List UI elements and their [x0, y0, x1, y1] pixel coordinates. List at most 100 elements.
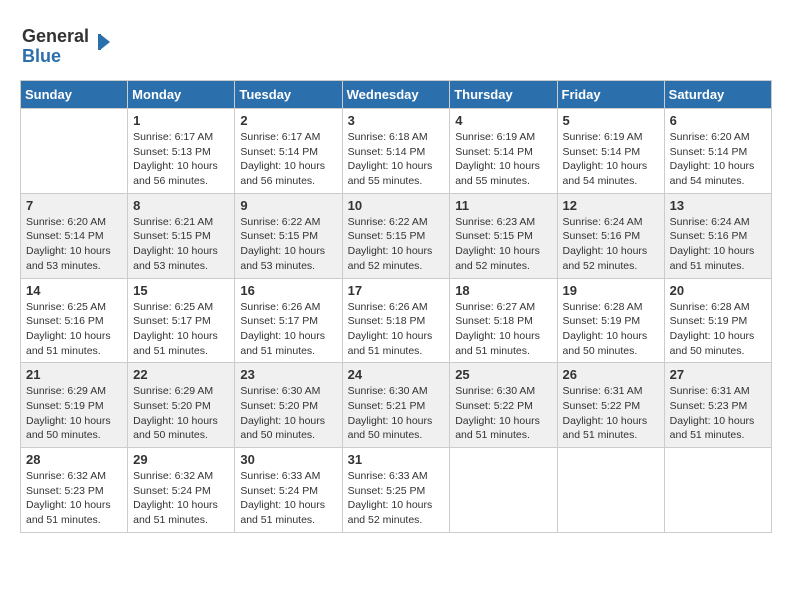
day-number: 27	[670, 367, 766, 382]
calendar-cell: 25 Sunrise: 6:30 AM Sunset: 5:22 PM Dayli…	[450, 363, 557, 448]
calendar: SundayMondayTuesdayWednesdayThursdayFrid…	[20, 80, 772, 533]
day-number: 28	[26, 452, 122, 467]
day-number: 31	[348, 452, 445, 467]
calendar-cell: 12Sunrise: 6:24 AM Sunset: 5:16 PM Dayli…	[557, 193, 664, 278]
logo: General Blue	[20, 20, 110, 70]
day-number: 30	[240, 452, 336, 467]
day-number: 11	[455, 198, 551, 213]
header-monday: Monday	[128, 81, 235, 109]
calendar-cell: 20 Sunrise: 6:28 AM Sunset: 5:19 PM Dayli…	[664, 278, 771, 363]
day-info: Sunrise: 6:28 AM Sunset: 5:19 PM Dayligh…	[563, 300, 659, 359]
calendar-cell: 16 Sunrise: 6:26 AM Sunset: 5:17 PM Dayli…	[235, 278, 342, 363]
day-info: Sunrise: 6:24 AM Sunset: 5:16 PM Dayligh…	[670, 215, 766, 274]
day-info: Sunrise: 6:22 AM Sunset: 5:15 PM Dayligh…	[348, 215, 445, 274]
day-info: Sunrise: 6:30 AM Sunset: 5:21 PM Dayligh…	[348, 384, 445, 443]
day-info: Sunrise: 6:26 AM Sunset: 5:18 PM Dayligh…	[348, 300, 445, 359]
calendar-cell: 23Sunrise: 6:30 AM Sunset: 5:20 PM Dayli…	[235, 363, 342, 448]
day-number: 10	[348, 198, 445, 213]
header-wednesday: Wednesday	[342, 81, 450, 109]
day-info: Sunrise: 6:17 AM Sunset: 5:13 PM Dayligh…	[133, 130, 229, 189]
day-number: 2	[240, 113, 336, 128]
day-number: 6	[670, 113, 766, 128]
svg-text:General: General	[22, 26, 89, 46]
calendar-cell: 19Sunrise: 6:28 AM Sunset: 5:19 PM Dayli…	[557, 278, 664, 363]
day-number: 15	[133, 283, 229, 298]
calendar-cell: 9 Sunrise: 6:22 AM Sunset: 5:15 PM Daylig…	[235, 193, 342, 278]
calendar-cell: 13 Sunrise: 6:24 AM Sunset: 5:16 PM Dayli…	[664, 193, 771, 278]
day-number: 29	[133, 452, 229, 467]
day-info: Sunrise: 6:27 AM Sunset: 5:18 PM Dayligh…	[455, 300, 551, 359]
calendar-cell: 3 Sunrise: 6:18 AM Sunset: 5:14 PM Daylig…	[342, 109, 450, 194]
day-number: 4	[455, 113, 551, 128]
calendar-cell: 22Sunrise: 6:29 AM Sunset: 5:20 PM Dayli…	[128, 363, 235, 448]
calendar-cell	[450, 448, 557, 533]
day-info: Sunrise: 6:30 AM Sunset: 5:20 PM Dayligh…	[240, 384, 336, 443]
calendar-cell: 28 Sunrise: 6:32 AM Sunset: 5:23 PM Dayli…	[21, 448, 128, 533]
calendar-cell: 1 Sunrise: 6:17 AM Sunset: 5:13 PM Daylig…	[128, 109, 235, 194]
week-row-3: 14 Sunrise: 6:25 AM Sunset: 5:16 PM Dayli…	[21, 278, 772, 363]
day-number: 12	[563, 198, 659, 213]
calendar-cell: 15Sunrise: 6:25 AM Sunset: 5:17 PM Dayli…	[128, 278, 235, 363]
day-number: 18	[455, 283, 551, 298]
day-info: Sunrise: 6:20 AM Sunset: 5:14 PM Dayligh…	[670, 130, 766, 189]
day-number: 25	[455, 367, 551, 382]
day-info: Sunrise: 6:17 AM Sunset: 5:14 PM Dayligh…	[240, 130, 336, 189]
calendar-cell: 7 Sunrise: 6:20 AM Sunset: 5:14 PM Daylig…	[21, 193, 128, 278]
day-number: 21	[26, 367, 122, 382]
calendar-header-row: SundayMondayTuesdayWednesdayThursdayFrid…	[21, 81, 772, 109]
day-number: 8	[133, 198, 229, 213]
day-number: 9	[240, 198, 336, 213]
calendar-cell	[557, 448, 664, 533]
calendar-cell: 18 Sunrise: 6:27 AM Sunset: 5:18 PM Dayli…	[450, 278, 557, 363]
day-info: Sunrise: 6:32 AM Sunset: 5:24 PM Dayligh…	[133, 469, 229, 528]
day-info: Sunrise: 6:18 AM Sunset: 5:14 PM Dayligh…	[348, 130, 445, 189]
week-row-4: 21 Sunrise: 6:29 AM Sunset: 5:19 PM Dayli…	[21, 363, 772, 448]
week-row-2: 7 Sunrise: 6:20 AM Sunset: 5:14 PM Daylig…	[21, 193, 772, 278]
day-info: Sunrise: 6:32 AM Sunset: 5:23 PM Dayligh…	[26, 469, 122, 528]
day-number: 16	[240, 283, 336, 298]
day-number: 26	[563, 367, 659, 382]
header-friday: Friday	[557, 81, 664, 109]
day-info: Sunrise: 6:33 AM Sunset: 5:25 PM Dayligh…	[348, 469, 445, 528]
calendar-cell: 8 Sunrise: 6:21 AM Sunset: 5:15 PM Daylig…	[128, 193, 235, 278]
day-info: Sunrise: 6:25 AM Sunset: 5:16 PM Dayligh…	[26, 300, 122, 359]
day-info: Sunrise: 6:29 AM Sunset: 5:19 PM Dayligh…	[26, 384, 122, 443]
day-info: Sunrise: 6:28 AM Sunset: 5:19 PM Dayligh…	[670, 300, 766, 359]
day-info: Sunrise: 6:26 AM Sunset: 5:17 PM Dayligh…	[240, 300, 336, 359]
calendar-cell: 21 Sunrise: 6:29 AM Sunset: 5:19 PM Dayli…	[21, 363, 128, 448]
day-info: Sunrise: 6:19 AM Sunset: 5:14 PM Dayligh…	[563, 130, 659, 189]
logo-svg: General Blue	[20, 20, 110, 70]
day-info: Sunrise: 6:21 AM Sunset: 5:15 PM Dayligh…	[133, 215, 229, 274]
calendar-cell: 27Sunrise: 6:31 AM Sunset: 5:23 PM Dayli…	[664, 363, 771, 448]
week-row-1: 1 Sunrise: 6:17 AM Sunset: 5:13 PM Daylig…	[21, 109, 772, 194]
day-number: 7	[26, 198, 122, 213]
calendar-cell: 17Sunrise: 6:26 AM Sunset: 5:18 PM Dayli…	[342, 278, 450, 363]
header: General Blue	[20, 20, 772, 70]
day-info: Sunrise: 6:33 AM Sunset: 5:24 PM Dayligh…	[240, 469, 336, 528]
day-info: Sunrise: 6:20 AM Sunset: 5:14 PM Dayligh…	[26, 215, 122, 274]
calendar-cell: 5 Sunrise: 6:19 AM Sunset: 5:14 PM Daylig…	[557, 109, 664, 194]
day-number: 24	[348, 367, 445, 382]
calendar-cell: 6 Sunrise: 6:20 AM Sunset: 5:14 PM Daylig…	[664, 109, 771, 194]
day-info: Sunrise: 6:31 AM Sunset: 5:22 PM Dayligh…	[563, 384, 659, 443]
week-row-5: 28 Sunrise: 6:32 AM Sunset: 5:23 PM Dayli…	[21, 448, 772, 533]
day-number: 14	[26, 283, 122, 298]
calendar-cell: 10 Sunrise: 6:22 AM Sunset: 5:15 PM Dayli…	[342, 193, 450, 278]
calendar-cell: 31 Sunrise: 6:33 AM Sunset: 5:25 PM Dayli…	[342, 448, 450, 533]
calendar-cell: 29 Sunrise: 6:32 AM Sunset: 5:24 PM Dayli…	[128, 448, 235, 533]
day-number: 13	[670, 198, 766, 213]
day-info: Sunrise: 6:23 AM Sunset: 5:15 PM Dayligh…	[455, 215, 551, 274]
day-number: 5	[563, 113, 659, 128]
day-info: Sunrise: 6:30 AM Sunset: 5:22 PM Dayligh…	[455, 384, 551, 443]
calendar-cell	[664, 448, 771, 533]
day-number: 1	[133, 113, 229, 128]
calendar-cell: 11 Sunrise: 6:23 AM Sunset: 5:15 PM Dayli…	[450, 193, 557, 278]
day-info: Sunrise: 6:22 AM Sunset: 5:15 PM Dayligh…	[240, 215, 336, 274]
header-sunday: Sunday	[21, 81, 128, 109]
day-number: 3	[348, 113, 445, 128]
day-info: Sunrise: 6:29 AM Sunset: 5:20 PM Dayligh…	[133, 384, 229, 443]
header-tuesday: Tuesday	[235, 81, 342, 109]
calendar-cell	[21, 109, 128, 194]
day-number: 20	[670, 283, 766, 298]
header-thursday: Thursday	[450, 81, 557, 109]
